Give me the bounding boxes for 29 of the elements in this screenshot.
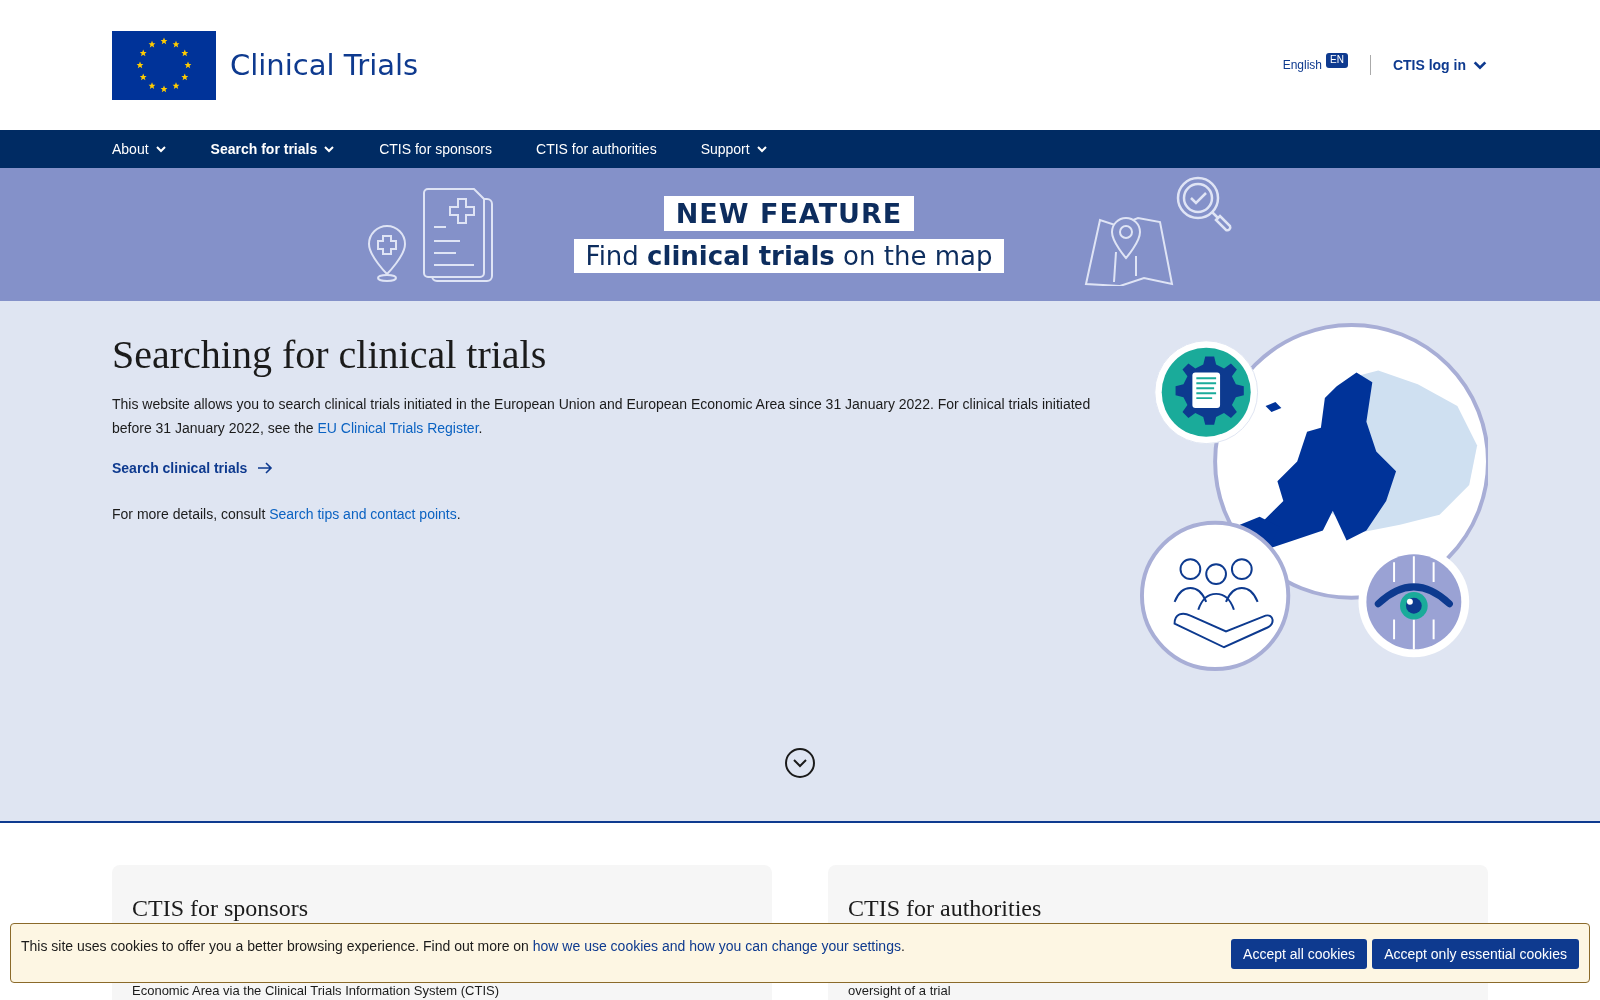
text-link[interactable]: Search tips and contact points bbox=[269, 506, 457, 522]
cookie-button[interactable]: Accept all cookies bbox=[1231, 939, 1368, 969]
login-menu[interactable]: CTIS log in bbox=[1370, 57, 1488, 73]
text-link[interactable]: EU Clinical Trials Register bbox=[317, 420, 479, 436]
promo-banner[interactable]: NEW FEATURE Find clinical trials on the map bbox=[0, 168, 1600, 301]
nav-item[interactable]: CTIS for sponsors bbox=[379, 141, 493, 157]
details-paragraph: For more details, consult Search tips and contact points. bbox=[112, 505, 462, 524]
card-text: oversight of a trial bbox=[848, 984, 952, 998]
intro-paragraph: This website allows you to search clinical trials initiated in the European Union and European Economic Area since 31 January 2022. For clinical trials initiated before 31 January 2022, see the EU Clinical Trials Register. bbox=[112, 395, 1092, 438]
card-title: CTIS for sponsors bbox=[132, 895, 309, 922]
nav-item[interactable]: Search for trials bbox=[210, 141, 336, 157]
site-title[interactable]: Clinical Trials bbox=[230, 48, 419, 82]
arrow-right-icon bbox=[257, 462, 274, 474]
promo-headline: Find clinical trials on the map bbox=[573, 239, 1005, 273]
card-title: CTIS for authorities bbox=[848, 895, 1043, 922]
cookie-button[interactable]: Accept only essential cookies bbox=[1372, 939, 1579, 969]
cookie-policy-link[interactable]: how we use cookies and how you can change your settings bbox=[532, 938, 901, 954]
search-link[interactable]: Search clinical trials bbox=[112, 460, 274, 476]
nav-item[interactable]: CTIS for authorities bbox=[536, 141, 657, 157]
location-pin-icon bbox=[365, 222, 408, 283]
nav-item[interactable]: About bbox=[112, 141, 167, 157]
cookie-message: This site uses cookies to offer you a better browsing experience. Find out more on how we use cookies and how you can change your settings. bbox=[21, 938, 905, 954]
scroll-down-icon[interactable] bbox=[784, 747, 816, 779]
language-selector[interactable]: English EN bbox=[1282, 55, 1371, 75]
card-text: Economic Area via the Clinical Trials Information System (CTIS) bbox=[132, 984, 500, 998]
page-heading: Searching for clinical trials bbox=[112, 331, 548, 378]
feature-badge: NEW FEATURE bbox=[663, 196, 915, 231]
eu-flag-logo[interactable] bbox=[112, 30, 216, 100]
nav-item[interactable]: Support bbox=[700, 141, 768, 157]
